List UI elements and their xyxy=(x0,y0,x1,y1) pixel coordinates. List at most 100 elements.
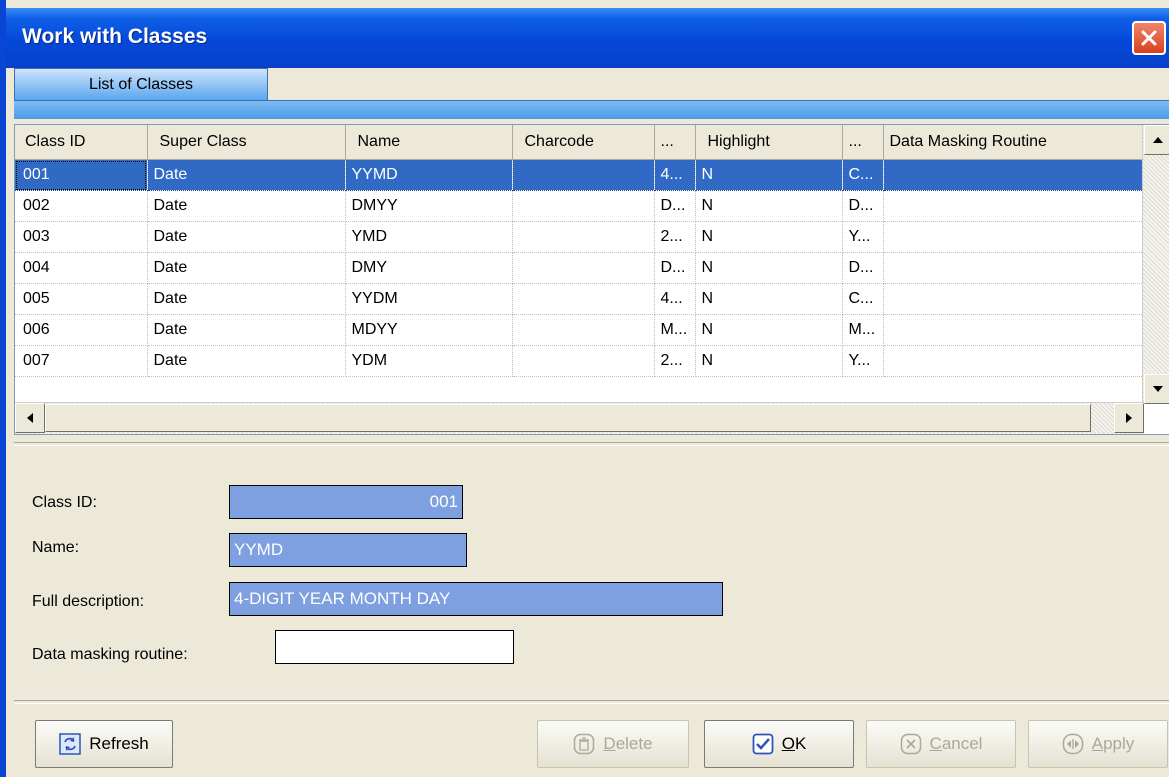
charcode-cell[interactable] xyxy=(512,190,655,222)
class-id-cell[interactable]: 007 xyxy=(15,345,148,377)
data-masking-routine-field[interactable] xyxy=(275,630,514,664)
col7-cell[interactable]: C... xyxy=(842,159,884,191)
column-header-super-class[interactable]: Super Class xyxy=(147,125,346,160)
class-id-cell[interactable]: 001 xyxy=(15,159,148,191)
col7-cell[interactable]: C... xyxy=(842,283,884,315)
data-masking-routine-cell[interactable] xyxy=(883,345,1146,377)
full-description-label: Full description: xyxy=(32,593,145,610)
cancel-button[interactable]: Cancel xyxy=(866,720,1016,768)
cancel-label: Cancel xyxy=(929,734,983,753)
highlight-cell[interactable]: N xyxy=(695,314,843,346)
column-header-highlight[interactable]: Highlight xyxy=(695,125,843,160)
col5-cell[interactable]: 4... xyxy=(654,283,696,315)
charcode-cell[interactable] xyxy=(512,221,655,253)
class-id-cell[interactable]: 005 xyxy=(15,283,148,315)
col5-cell[interactable]: D... xyxy=(654,190,696,222)
scroll-left-button[interactable] xyxy=(15,403,45,433)
name-cell[interactable]: YYMD xyxy=(345,159,513,191)
data-masking-routine-cell[interactable] xyxy=(883,221,1146,253)
column-header-data-masking-routine[interactable]: Data Masking Routine xyxy=(883,125,1146,160)
charcode-cell[interactable] xyxy=(512,314,655,346)
column-header-charcode[interactable]: Charcode xyxy=(512,125,655,160)
data-masking-routine-cell[interactable] xyxy=(883,190,1146,222)
super-class-cell[interactable]: Date xyxy=(147,190,346,222)
table-row[interactable]: 004 Date DMY D... N D... xyxy=(15,252,1146,284)
table-row[interactable]: 002 Date DMYY D... N D... xyxy=(15,190,1146,222)
super-class-cell[interactable]: Date xyxy=(147,345,346,377)
data-masking-routine-cell[interactable] xyxy=(883,283,1146,315)
col7-cell[interactable]: M... xyxy=(842,314,884,346)
column-header-class-id[interactable]: Class ID xyxy=(15,125,148,160)
apply-icon xyxy=(1062,733,1084,755)
column-header-7[interactable]: ... xyxy=(842,125,884,160)
class-id-cell[interactable]: 002 xyxy=(15,190,148,222)
col7-cell[interactable]: Y... xyxy=(842,221,884,253)
highlight-cell[interactable]: N xyxy=(695,159,843,191)
close-button[interactable] xyxy=(1132,21,1166,55)
table-row[interactable]: 005 Date YYDM 4... N C... xyxy=(15,283,1146,315)
highlight-cell[interactable]: N xyxy=(695,252,843,284)
ok-button[interactable]: OK xyxy=(704,720,854,768)
table-row[interactable]: 003 Date YMD 2... N Y... xyxy=(15,221,1146,253)
right-arrow-icon xyxy=(1126,413,1132,423)
highlight-cell[interactable]: N xyxy=(695,283,843,315)
table-row[interactable]: 001 Date YYMD 4... N C... xyxy=(15,159,1146,191)
vertical-scrollbar[interactable] xyxy=(1142,125,1169,404)
scroll-right-button[interactable] xyxy=(1114,403,1144,433)
data-masking-routine-cell[interactable] xyxy=(883,159,1146,191)
title-bar[interactable]: Work with Classes xyxy=(6,8,1169,68)
charcode-cell[interactable] xyxy=(512,283,655,315)
refresh-button[interactable]: Refresh xyxy=(35,720,173,768)
window-title: Work with Classes xyxy=(22,25,208,48)
col5-cell[interactable]: 2... xyxy=(654,221,696,253)
highlight-cell[interactable]: N xyxy=(695,190,843,222)
highlight-cell[interactable]: N xyxy=(695,221,843,253)
apply-button[interactable]: Apply xyxy=(1028,720,1168,768)
table-row[interactable]: 006 Date MDYY M... N M... xyxy=(15,314,1146,346)
charcode-cell[interactable] xyxy=(512,159,655,191)
super-class-cell[interactable]: Date xyxy=(147,252,346,284)
scroll-up-button[interactable] xyxy=(1144,125,1169,155)
col7-cell[interactable]: Y... xyxy=(842,345,884,377)
class-id-cell[interactable]: 003 xyxy=(15,221,148,253)
data-masking-routine-cell[interactable] xyxy=(883,252,1146,284)
name-cell[interactable]: DMYY xyxy=(345,190,513,222)
classes-grid[interactable]: Class ID Super Class Name Charcode ... H… xyxy=(14,124,1169,435)
super-class-cell[interactable]: Date xyxy=(147,283,346,315)
super-class-cell[interactable]: Date xyxy=(147,159,346,191)
charcode-cell[interactable] xyxy=(512,252,655,284)
full-description-field[interactable]: 4-DIGIT YEAR MONTH DAY xyxy=(229,582,723,616)
data-masking-routine-cell[interactable] xyxy=(883,314,1146,346)
col5-cell[interactable]: 4... xyxy=(654,159,696,191)
scroll-down-button[interactable] xyxy=(1144,374,1169,404)
name-cell[interactable]: YYDM xyxy=(345,283,513,315)
column-header-name[interactable]: Name xyxy=(345,125,513,160)
class-id-field[interactable]: 001 xyxy=(229,485,463,519)
super-class-cell[interactable]: Date xyxy=(147,221,346,253)
col5-cell[interactable]: D... xyxy=(654,252,696,284)
col7-cell[interactable]: D... xyxy=(842,190,884,222)
highlight-cell[interactable]: N xyxy=(695,345,843,377)
horizontal-scrollbar[interactable] xyxy=(15,402,1144,434)
name-label: Name: xyxy=(32,539,80,556)
class-id-cell[interactable]: 004 xyxy=(15,252,148,284)
column-header-5[interactable]: ... xyxy=(654,125,696,160)
name-cell[interactable]: MDYY xyxy=(345,314,513,346)
name-field[interactable]: YYMD xyxy=(229,533,467,567)
name-cell[interactable]: YDM xyxy=(345,345,513,377)
data-masking-routine-label: Data masking routine: xyxy=(32,646,188,663)
tab-list-of-classes[interactable]: List of Classes xyxy=(14,68,268,100)
name-cell[interactable]: DMY xyxy=(345,252,513,284)
horizontal-scroll-thumb[interactable] xyxy=(45,404,1091,432)
class-id-cell[interactable]: 006 xyxy=(15,314,148,346)
super-class-cell[interactable]: Date xyxy=(147,314,346,346)
name-cell[interactable]: YMD xyxy=(345,221,513,253)
charcode-cell[interactable] xyxy=(512,345,655,377)
refresh-icon xyxy=(59,733,81,755)
tab-panel-header xyxy=(14,100,1169,119)
table-row[interactable]: 007 Date YDM 2... N Y... xyxy=(15,345,1146,377)
delete-button[interactable]: Delete xyxy=(537,720,689,768)
col7-cell[interactable]: D... xyxy=(842,252,884,284)
col5-cell[interactable]: M... xyxy=(654,314,696,346)
col5-cell[interactable]: 2... xyxy=(654,345,696,377)
